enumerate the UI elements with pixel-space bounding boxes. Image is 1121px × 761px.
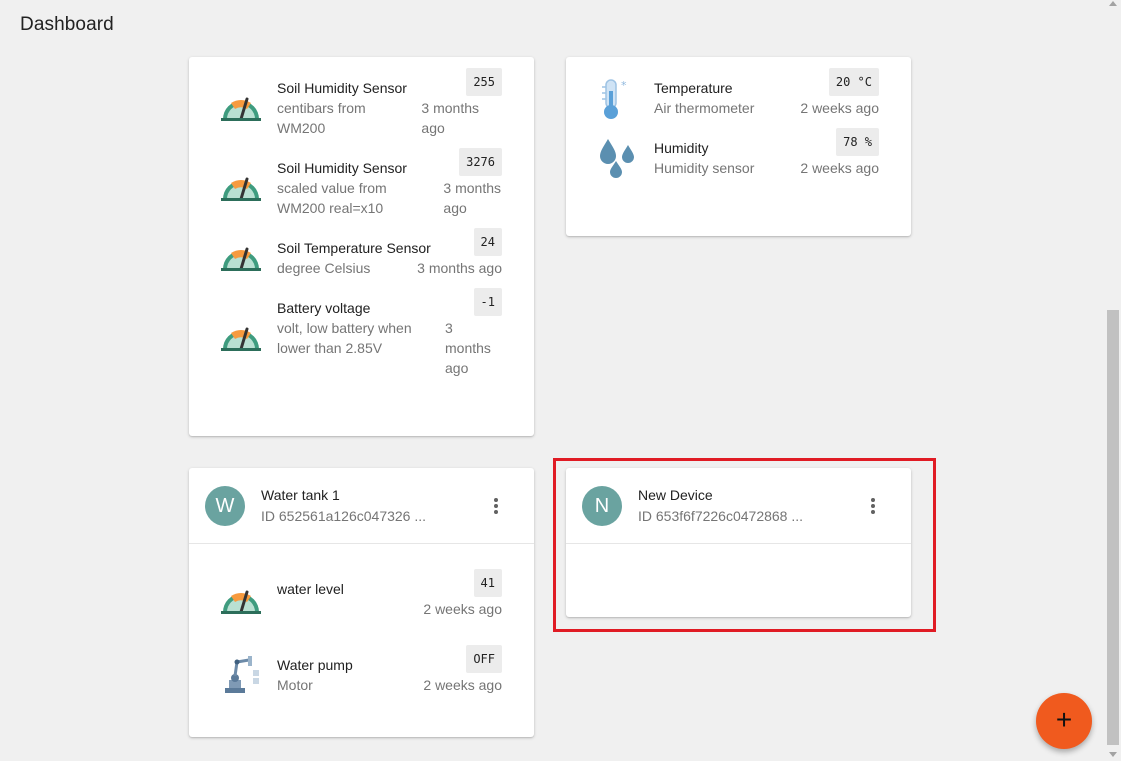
sensor-name: Water pump [277, 657, 353, 673]
sensor-description: centibars from [277, 100, 366, 116]
sensor-value: 78 % [836, 128, 879, 156]
sensor-name: Temperature [654, 80, 733, 96]
sensor-timestamp: 3 months ago [417, 260, 502, 276]
gauge-icon [221, 247, 261, 271]
selection-highlight-box [553, 458, 936, 632]
sensor-description: Motor [277, 677, 313, 693]
gauge-icon [221, 590, 261, 614]
device-id: ID 652561a126c047326 ... [261, 508, 427, 524]
sensor-row[interactable]: Soil Humidity Sensor centibars from WM20… [189, 67, 534, 137]
scroll-down-arrow-icon[interactable] [1109, 752, 1117, 757]
vertical-scrollbar[interactable] [1105, 0, 1121, 761]
scroll-up-arrow-icon[interactable] [1109, 1, 1117, 6]
sensor-value: 24 [473, 228, 502, 256]
sensor-description: WM200 real=x10 [277, 200, 384, 216]
sensor-name: Humidity [654, 140, 709, 156]
sensor-row[interactable]: Water pump Motor OFF 2 weeks ago [189, 644, 534, 704]
robot-arm-icon [225, 656, 259, 693]
gauge-icon [221, 177, 261, 201]
sensor-timestamp: 2 weeks ago [423, 601, 502, 617]
sensor-name: Battery voltage [277, 300, 371, 316]
sensor-description: volt, low battery when [277, 320, 412, 336]
device-avatar: W [205, 486, 245, 526]
sensor-timestamp: 3 months ago [445, 320, 491, 376]
sensor-timestamp: 3 months ago [443, 180, 501, 216]
sensor-value: 41 [473, 569, 502, 597]
gauge-icon [221, 327, 261, 351]
sensor-value: -1 [473, 288, 502, 316]
sensor-row[interactable]: Battery voltage volt, low battery when l… [189, 287, 534, 387]
sensor-timestamp: 2 weeks ago [800, 100, 879, 116]
sensor-description: Humidity sensor [654, 160, 755, 176]
sensor-timestamp: 3 months ago [421, 100, 479, 136]
sensor-value: 3276 [459, 148, 502, 176]
sensor-name: Soil Humidity Sensor [277, 80, 407, 96]
add-device-button[interactable]: + [1036, 693, 1092, 749]
sensor-timestamp: 2 weeks ago [423, 677, 502, 693]
sensor-name: Soil Humidity Sensor [277, 160, 407, 176]
sensor-timestamp: 2 weeks ago [800, 160, 879, 176]
scrollbar-thumb[interactable] [1107, 310, 1119, 745]
sensor-name: Soil Temperature Sensor [277, 240, 431, 256]
sensor-description: lower than 2.85V [277, 340, 383, 356]
sensor-name: water level [277, 581, 344, 597]
gauge-icon [221, 97, 261, 121]
device-name: Water tank 1 [261, 487, 340, 503]
sensor-row[interactable]: water level 41 2 weeks ago [189, 568, 534, 628]
water-tank-card: W Water tank 1 ID 652561a126c047326 ... … [189, 468, 534, 737]
more-options-icon[interactable] [492, 498, 500, 516]
sensor-description: scaled value from [277, 180, 387, 196]
sensor-description: Air thermometer [654, 100, 755, 116]
thermometer-icon: * [602, 79, 627, 119]
page-title: Dashboard [20, 14, 114, 35]
water-drops-icon [600, 139, 634, 178]
sensor-row[interactable]: Humidity Humidity sensor 78 % 2 weeks ag… [566, 127, 911, 187]
device-header: W Water tank 1 ID 652561a126c047326 ... [189, 468, 534, 544]
sensor-row[interactable]: Soil Humidity Sensor scaled value from W… [189, 147, 534, 217]
sensor-description: WM200 [277, 120, 326, 136]
sensor-row[interactable]: * Temperature Air thermometer 20 °C 2 we… [566, 67, 911, 127]
soil-sensors-card: Soil Humidity Sensor centibars from WM20… [189, 57, 534, 436]
sensor-value: 20 °C [828, 68, 879, 96]
climate-sensors-card: * Temperature Air thermometer 20 °C 2 we… [566, 57, 911, 236]
sensor-value: OFF [466, 645, 502, 673]
sensor-value: 255 [466, 68, 502, 96]
svg-text:*: * [621, 79, 627, 92]
